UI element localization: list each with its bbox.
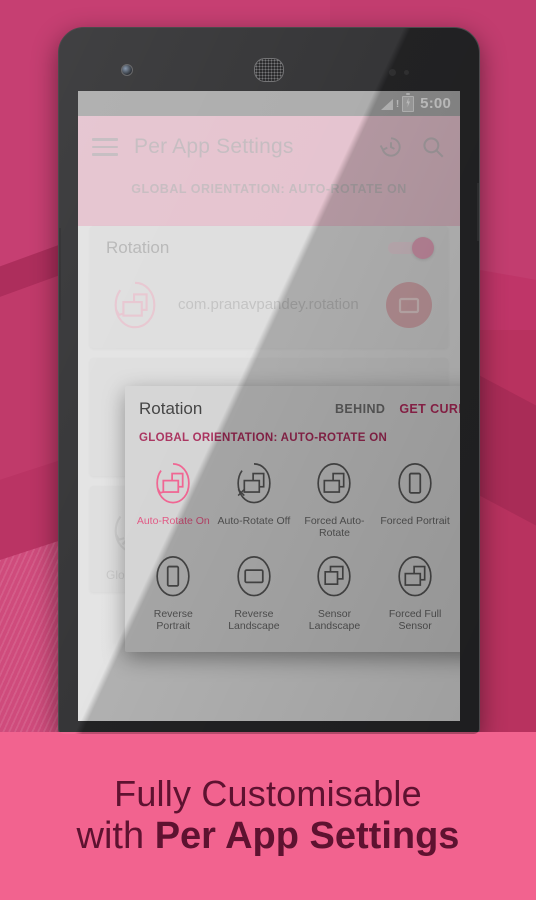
option-label: Forced Landscape bbox=[459, 515, 460, 539]
option-auto-rotate-on[interactable]: Auto-Rotate On bbox=[133, 454, 214, 547]
proximity-sensor-icon bbox=[389, 69, 396, 76]
phone-mockup: ! 5:00 Per App Settings bbox=[58, 27, 480, 735]
reverse-landscape-icon bbox=[237, 556, 271, 597]
forced-portrait-icon bbox=[398, 463, 432, 504]
behind-button[interactable]: BEHIND bbox=[335, 402, 385, 416]
option-label: Forced Full Sensor bbox=[388, 608, 442, 633]
auto-rotate-off-icon bbox=[237, 463, 271, 504]
dialog-subtitle: GLOBAL ORIENTATION: AUTO-ROTATE ON bbox=[139, 432, 388, 444]
option-auto-rotate-off[interactable]: Auto-Rotate Off bbox=[214, 454, 295, 547]
forced-auto-rotate-icon bbox=[317, 463, 352, 504]
option-label: Forced Auto-Rotate bbox=[304, 515, 365, 540]
option-forced-full-sensor[interactable]: Forced Full Sensor bbox=[375, 547, 456, 640]
option-label: GLOBAL ORIENTATION bbox=[459, 608, 460, 630]
promo-line-2-bold: Per App Settings bbox=[154, 814, 460, 857]
option-forced-portrait[interactable]: Forced Portrait bbox=[375, 454, 456, 547]
option-label: Auto-Rotate Off bbox=[217, 515, 291, 527]
option-sensor-landscape[interactable]: Sensor Landscape bbox=[294, 547, 375, 640]
promo-line-1: Fully Customisable bbox=[114, 773, 422, 815]
option-global-orientation[interactable]: GLOBAL ORIENTATION bbox=[455, 547, 460, 640]
power-button[interactable] bbox=[477, 183, 479, 241]
option-forced-landscape[interactable]: Forced Landscape bbox=[455, 454, 460, 547]
promo-banner: Fully Customisable with Per App Settings bbox=[0, 732, 536, 900]
volume-button[interactable] bbox=[59, 228, 61, 320]
option-label: Reverse Landscape bbox=[228, 608, 280, 633]
option-label: Forced Portrait bbox=[380, 515, 450, 527]
option-reverse-landscape[interactable]: Reverse Landscape bbox=[214, 547, 295, 640]
auto-rotate-on-icon bbox=[156, 463, 191, 504]
option-label: Sensor Landscape bbox=[308, 608, 361, 633]
promo-line-2-prefix: with bbox=[76, 814, 155, 857]
promo-line-2: with Per App Settings bbox=[77, 815, 460, 859]
light-sensor-icon bbox=[404, 70, 409, 75]
option-label: Reverse Portrait bbox=[153, 608, 193, 633]
front-camera-icon bbox=[121, 64, 133, 76]
forced-full-sensor-icon bbox=[398, 556, 432, 597]
orientation-options-grid: Auto-Rotate On Auto-Rotate Off Forced Au… bbox=[125, 452, 460, 652]
dialog-title: Rotation bbox=[139, 399, 203, 418]
screenshot-stage: ! 5:00 Per App Settings bbox=[0, 0, 536, 900]
rotation-dialog: Rotation BEHIND GET CURRENT GLOBAL ORIEN… bbox=[125, 386, 460, 653]
option-reverse-portrait[interactable]: Reverse Portrait bbox=[133, 547, 214, 640]
phone-screen: ! 5:00 Per App Settings bbox=[78, 91, 460, 721]
get-current-button[interactable]: GET CURRENT bbox=[399, 402, 460, 416]
earpiece-speaker-icon bbox=[254, 58, 284, 82]
reverse-portrait-icon bbox=[156, 556, 190, 597]
option-label: Auto-Rotate On bbox=[136, 515, 210, 527]
sensor-landscape-icon bbox=[317, 556, 352, 597]
option-forced-auto-rotate[interactable]: Forced Auto-Rotate bbox=[294, 454, 375, 547]
